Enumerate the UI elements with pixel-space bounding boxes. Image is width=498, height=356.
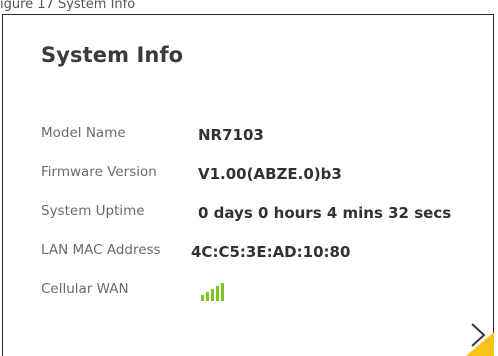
system-uptime-value: 0 days 0 hours 4 mins 32 secs	[198, 204, 452, 222]
lan-mac-address-label: LAN MAC Address	[41, 242, 161, 258]
info-row-lan-mac-address: LAN MAC Address 4C:C5:3E:AD:10:80	[41, 242, 491, 266]
model-name-label: Model Name	[41, 125, 126, 141]
info-row-model-name: Model Name NR7103	[41, 125, 491, 149]
model-name-value: NR7103	[198, 126, 264, 144]
info-row-system-uptime: System Uptime 0 days 0 hours 4 mins 32 s…	[41, 203, 491, 227]
lan-mac-address-value: 4C:C5:3E:AD:10:80	[191, 243, 351, 261]
figure-caption-text: igure 17 System Info	[0, 0, 136, 12]
system-info-card: System Info Model Name NR7103 Firmware V…	[2, 14, 494, 356]
cellular-wan-label: Cellular WAN	[41, 281, 129, 297]
info-row-cellular-wan: Cellular WAN	[41, 281, 491, 305]
system-uptime-label: System Uptime	[41, 203, 145, 219]
firmware-version-label: Firmware Version	[41, 164, 157, 180]
cellular-signal-icon	[201, 283, 224, 301]
system-info-page: igure 17 System Info System Info Model N…	[0, 0, 498, 356]
firmware-version-value: V1.00(ABZE.0)b3	[198, 165, 342, 183]
card-title: System Info	[41, 43, 184, 67]
chevron-right-icon[interactable]	[462, 314, 494, 356]
info-row-firmware-version: Firmware Version V1.00(ABZE.0)b3	[41, 164, 491, 188]
figure-caption: igure 17 System Info	[0, 0, 372, 14]
